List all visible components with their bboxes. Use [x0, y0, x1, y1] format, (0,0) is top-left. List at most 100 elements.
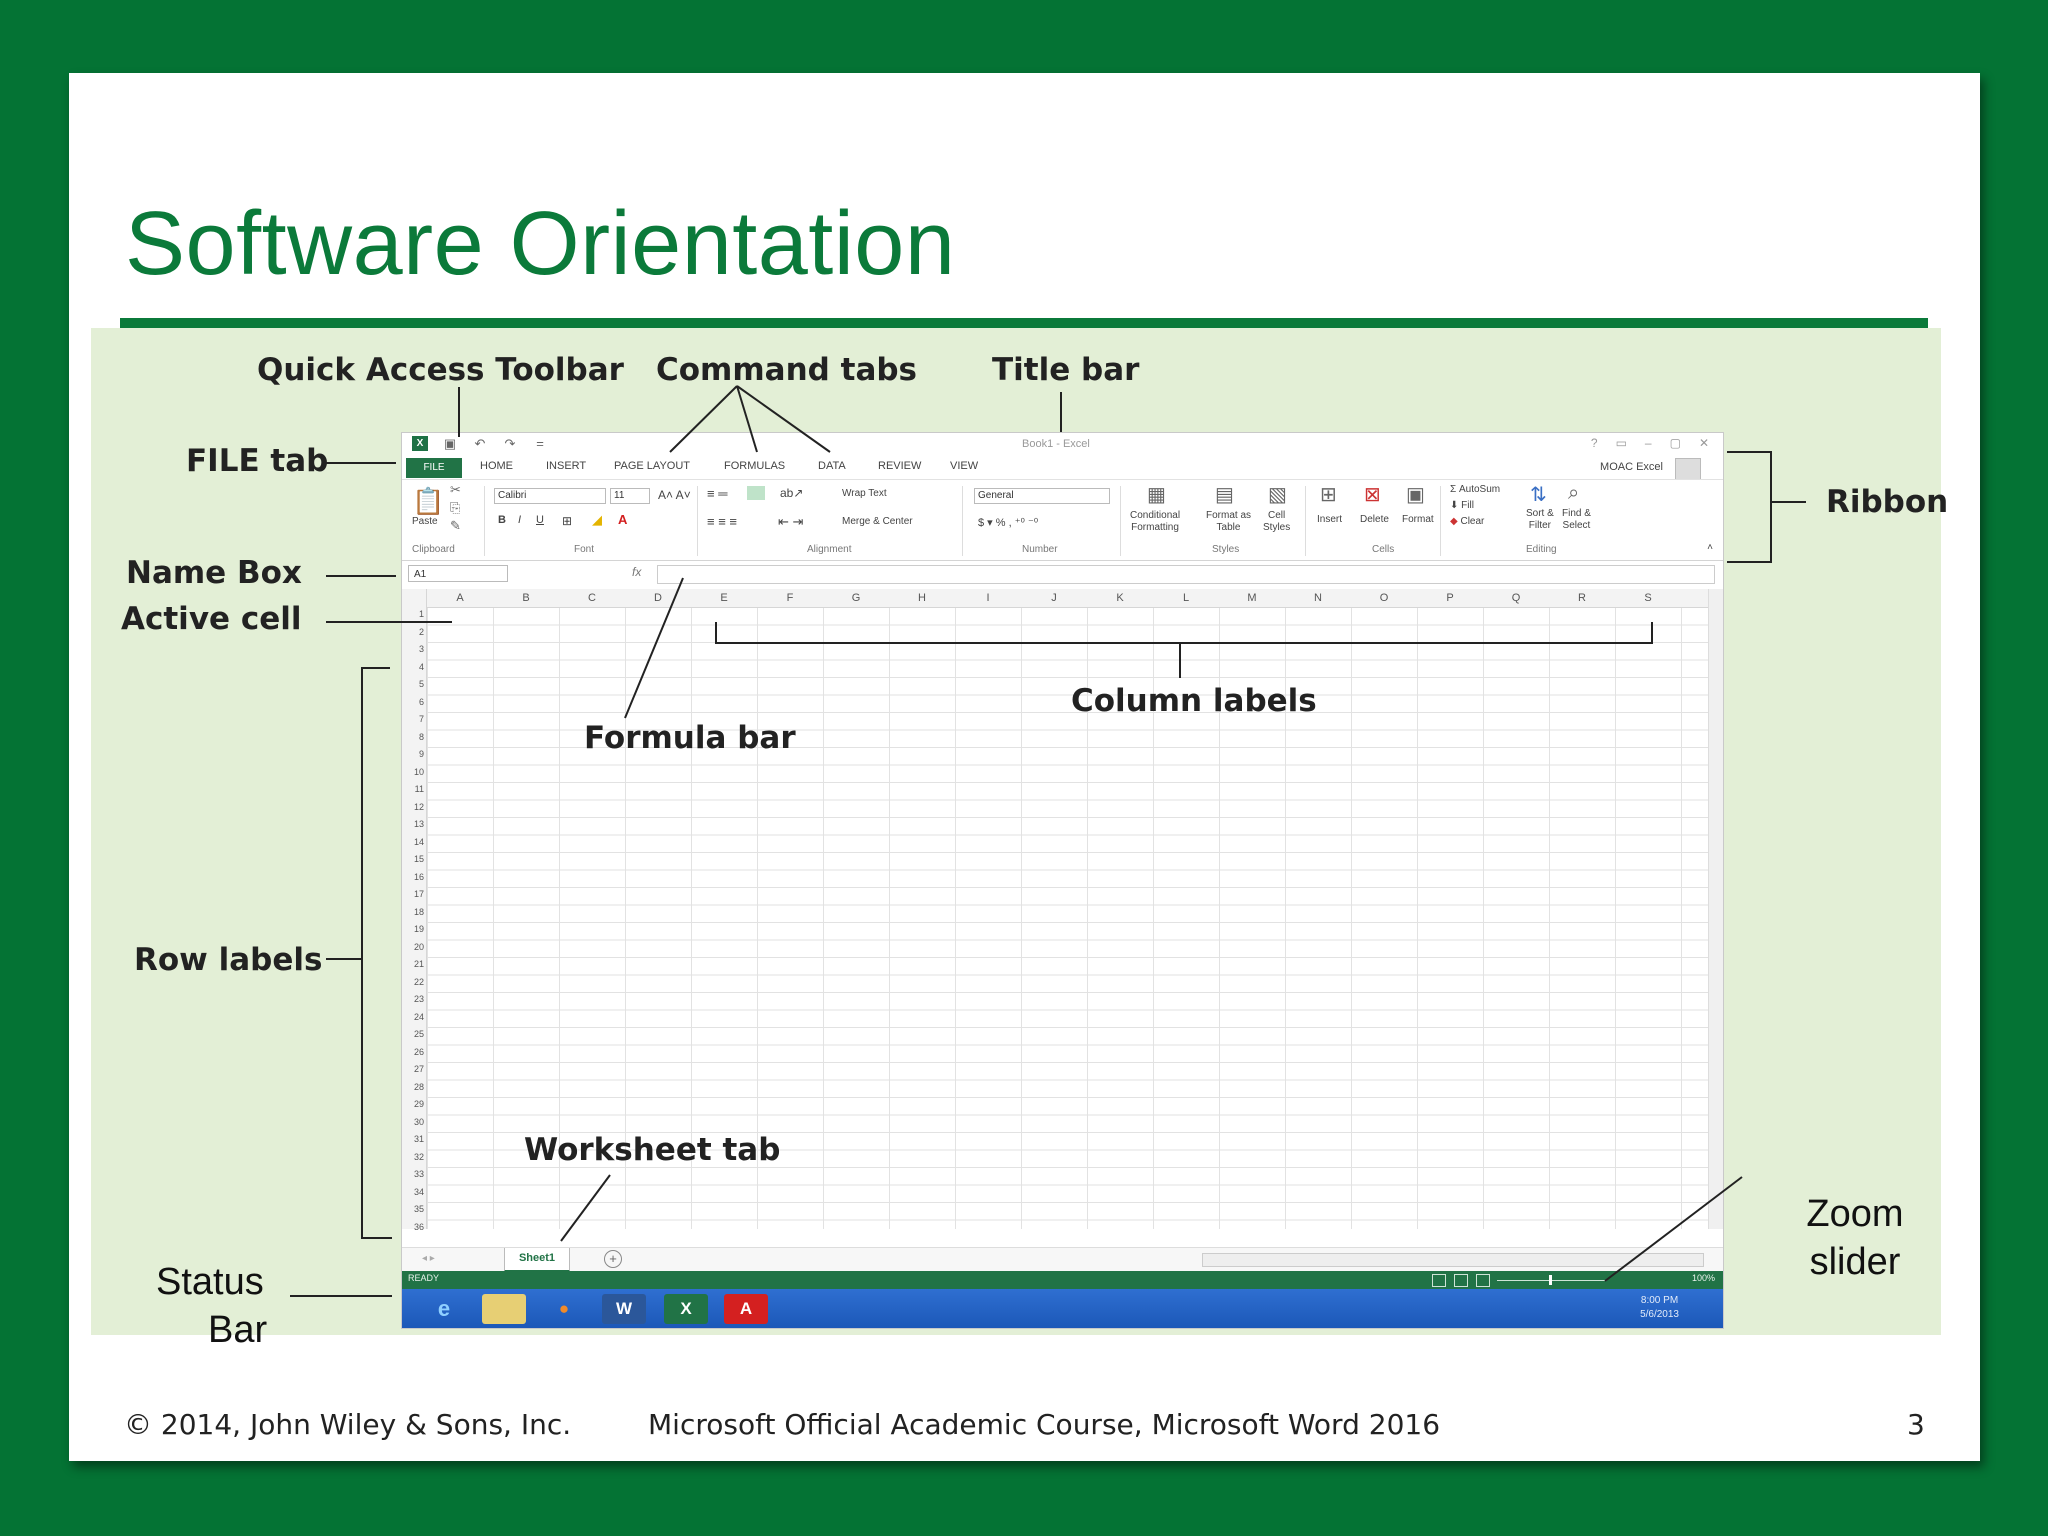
clock[interactable]: 8:00 PM 5/6/2013	[1640, 1294, 1679, 1322]
row-header[interactable]: 22	[402, 977, 424, 987]
align-left-icon[interactable]: ≡ ≡ ≡	[707, 514, 737, 529]
row-header[interactable]: 24	[402, 1012, 424, 1022]
column-header[interactable]: K	[1087, 592, 1153, 604]
row-header[interactable]: 28	[402, 1082, 424, 1092]
find-select-button[interactable]: Find & Select	[1562, 508, 1591, 532]
word-icon[interactable]: W	[602, 1294, 646, 1324]
worksheet-tab[interactable]: Sheet1	[504, 1248, 570, 1272]
row-header[interactable]: 13	[402, 819, 424, 829]
column-header[interactable]: B	[493, 592, 559, 604]
row-header[interactable]: 6	[402, 697, 424, 707]
column-header[interactable]: A	[427, 592, 493, 604]
paste-icon[interactable]: 📋	[412, 486, 444, 517]
page-break-view-icon[interactable]	[1476, 1274, 1490, 1287]
excel-icon[interactable]: X	[664, 1294, 708, 1324]
column-header[interactable]: E	[691, 592, 757, 604]
column-header[interactable]: R	[1549, 592, 1615, 604]
conditional-formatting-icon[interactable]: ▦	[1147, 482, 1166, 507]
tab-home[interactable]: HOME	[480, 460, 513, 472]
row-header[interactable]: 18	[402, 907, 424, 917]
bold-icon[interactable]: B	[498, 514, 506, 526]
row-header[interactable]: 7	[402, 714, 424, 724]
undo-icon[interactable]: ↶	[472, 436, 488, 451]
zoom-slider-thumb[interactable]	[1549, 1275, 1552, 1285]
media-player-icon[interactable]: ●	[542, 1294, 586, 1324]
row-header[interactable]: 5	[402, 679, 424, 689]
row-header[interactable]: 26	[402, 1047, 424, 1057]
cut-icon[interactable]: ✂	[450, 482, 461, 498]
column-header[interactable]: C	[559, 592, 625, 604]
redo-icon[interactable]: ↷	[502, 436, 518, 451]
row-header[interactable]: 10	[402, 767, 424, 777]
tab-review[interactable]: REVIEW	[878, 460, 921, 472]
row-header[interactable]: 16	[402, 872, 424, 882]
tab-insert[interactable]: INSERT	[546, 460, 586, 472]
sort-filter-button[interactable]: Sort & Filter	[1526, 508, 1554, 532]
find-select-icon[interactable]: ⌕	[1568, 482, 1579, 505]
row-header[interactable]: 12	[402, 802, 424, 812]
orientation-icon[interactable]: ab↗	[780, 486, 803, 500]
paste-label[interactable]: Paste	[412, 516, 438, 527]
column-header[interactable]: M	[1219, 592, 1285, 604]
close-icon[interactable]: ✕	[1699, 436, 1709, 450]
row-header[interactable]: 9	[402, 749, 424, 759]
collapse-ribbon-icon[interactable]: ˄	[1707, 542, 1713, 553]
row-header[interactable]: 4	[402, 662, 424, 672]
row-header[interactable]: 21	[402, 959, 424, 969]
row-header[interactable]: 31	[402, 1134, 424, 1144]
save-icon[interactable]: ▣	[442, 436, 458, 451]
tab-page-layout[interactable]: PAGE LAYOUT	[614, 460, 690, 472]
row-header[interactable]: 11	[402, 784, 424, 794]
row-header[interactable]: 2	[402, 627, 424, 637]
row-header[interactable]: 19	[402, 924, 424, 934]
customize-icon[interactable]: =	[532, 436, 548, 451]
row-header[interactable]: 36	[402, 1222, 424, 1232]
tab-data[interactable]: DATA	[818, 460, 846, 472]
excel-logo-icon[interactable]: X	[412, 436, 428, 451]
column-header[interactable]: O	[1351, 592, 1417, 604]
column-header[interactable]: F	[757, 592, 823, 604]
font-color-icon[interactable]: A	[618, 512, 627, 527]
row-header[interactable]: 14	[402, 837, 424, 847]
zoom-level[interactable]: 100%	[1692, 1273, 1715, 1283]
row-header[interactable]: 23	[402, 994, 424, 1004]
fill-button[interactable]: ⬇ Fill	[1450, 500, 1474, 511]
vertical-scrollbar[interactable]	[1708, 589, 1723, 1229]
wrap-text-button[interactable]: Wrap Text	[842, 488, 887, 499]
row-header[interactable]: 32	[402, 1152, 424, 1162]
row-header[interactable]: 27	[402, 1064, 424, 1074]
column-header[interactable]: Q	[1483, 592, 1549, 604]
clear-button[interactable]: ◆ Clear	[1450, 516, 1484, 527]
column-header[interactable]: J	[1021, 592, 1087, 604]
underline-icon[interactable]: U	[536, 514, 544, 526]
column-header[interactable]: G	[823, 592, 889, 604]
row-header[interactable]: 29	[402, 1099, 424, 1109]
row-header[interactable]: 3	[402, 644, 424, 654]
format-cells-button[interactable]: Format	[1402, 514, 1434, 525]
number-format-select[interactable]: General	[974, 488, 1110, 504]
borders-icon[interactable]: ⊞	[562, 514, 572, 528]
format-as-table-button[interactable]: Format as Table	[1206, 510, 1251, 534]
insert-cells-icon[interactable]: ⊞	[1320, 482, 1337, 507]
maximize-icon[interactable]: ▢	[1670, 436, 1681, 450]
formula-input[interactable]	[657, 565, 1715, 584]
help-icon[interactable]: ?	[1591, 436, 1598, 450]
merge-center-button[interactable]: Merge & Center	[842, 516, 913, 527]
number-format-icons[interactable]: $ ▾ % , ⁺⁰ ⁻⁰	[978, 516, 1038, 529]
zoom-slider[interactable]	[1497, 1280, 1607, 1281]
row-header[interactable]: 17	[402, 889, 424, 899]
file-explorer-icon[interactable]	[482, 1294, 526, 1324]
horizontal-scrollbar[interactable]	[1202, 1253, 1704, 1267]
name-box[interactable]: A1	[408, 565, 508, 582]
tab-view[interactable]: VIEW	[950, 460, 978, 472]
row-header[interactable]: 15	[402, 854, 424, 864]
acrobat-icon[interactable]: A	[724, 1294, 768, 1324]
font-name-select[interactable]: Calibri	[494, 488, 606, 504]
minimize-icon[interactable]: –	[1645, 436, 1652, 450]
tab-formulas[interactable]: FORMULAS	[724, 460, 785, 472]
row-header[interactable]: 20	[402, 942, 424, 952]
format-cells-icon[interactable]: ▣	[1406, 482, 1425, 507]
row-header[interactable]: 33	[402, 1169, 424, 1179]
sheet-nav-icon[interactable]: ◂ ▸	[422, 1253, 435, 1264]
internet-explorer-icon[interactable]: e	[422, 1294, 466, 1324]
